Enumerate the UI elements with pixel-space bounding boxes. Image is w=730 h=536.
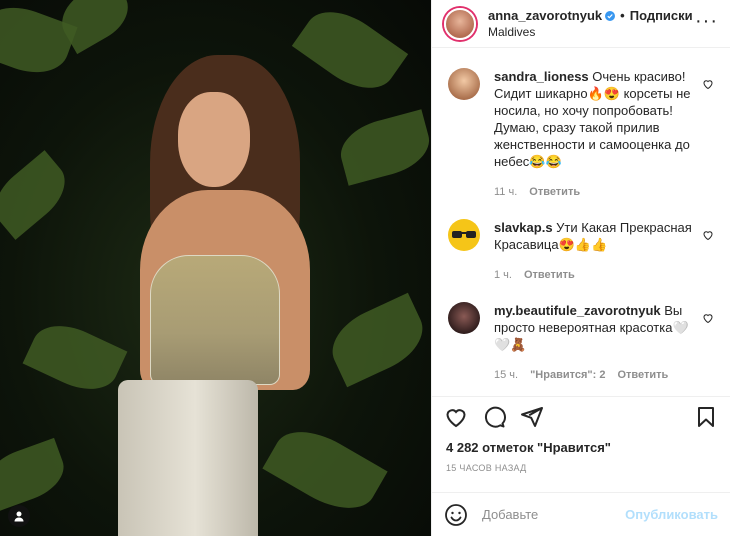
commenter-username[interactable]: sandra_lioness <box>494 69 589 84</box>
reply-button[interactable]: Ответить <box>617 367 668 384</box>
post-header: anna_zavorotnyuk • Подписки Maldives ··· <box>432 0 730 48</box>
comment-time[interactable]: 11 ч. <box>494 184 517 201</box>
leaf-decoration <box>321 292 431 388</box>
leaf-decoration <box>291 0 409 104</box>
publish-button[interactable]: Опубликовать <box>625 507 718 522</box>
emoji-icon[interactable] <box>444 503 468 527</box>
reply-button[interactable]: Ответить <box>524 267 575 284</box>
like-comment-icon[interactable] <box>702 229 714 241</box>
comment-text: Очень красиво! Сидит шикарно🔥😍 корсеты н… <box>494 69 691 169</box>
commenter-avatar[interactable] <box>448 219 480 251</box>
likes-count[interactable]: 4 282 отметок "Нравится" <box>446 440 611 455</box>
heart-icon[interactable] <box>444 405 468 429</box>
leaf-decoration <box>334 109 431 186</box>
person-corset <box>150 255 280 385</box>
person-face <box>178 92 250 187</box>
comment-likes-count[interactable]: "Нравится": 2 <box>530 367 605 384</box>
separator-dot: • <box>620 8 625 23</box>
leaf-decoration <box>22 313 128 402</box>
add-comment-bar: Добавьте Опубликовать <box>432 492 730 536</box>
more-options-icon[interactable]: ··· <box>695 11 718 31</box>
post-location[interactable]: Maldives <box>488 25 693 39</box>
commenter-username[interactable]: slavkap.s <box>494 220 553 235</box>
user-tag-icon[interactable] <box>8 505 30 527</box>
reply-button[interactable]: Ответить <box>529 184 580 201</box>
bookmark-icon[interactable] <box>694 405 718 429</box>
leaf-decoration <box>262 416 388 524</box>
commenter-avatar[interactable] <box>448 68 480 100</box>
author-avatar[interactable] <box>444 7 476 40</box>
person-skirt <box>118 380 258 536</box>
leaf-decoration <box>0 437 72 513</box>
post-photo[interactable] <box>0 0 431 536</box>
verified-icon <box>605 10 616 21</box>
comment-item: sandra_lioness Очень красиво! Сидит шика… <box>448 68 714 201</box>
commenter-username[interactable]: my.beautifule_zavorotnyuk <box>494 303 661 318</box>
post-actions-bar <box>432 396 730 436</box>
comment-input[interactable]: Добавьте <box>482 507 625 522</box>
post-timestamp[interactable]: 15 часов назад <box>446 463 527 473</box>
comment-icon[interactable] <box>482 405 506 429</box>
comment-time[interactable]: 15 ч. <box>494 367 518 384</box>
commenter-avatar[interactable] <box>448 302 480 334</box>
comment-time[interactable]: 1 ч. <box>494 267 512 284</box>
post-side-panel: anna_zavorotnyuk • Подписки Maldives ···… <box>431 0 730 536</box>
comment-item: my.beautifule_zavorotnyuk Вы просто неве… <box>448 302 714 384</box>
comment-item: slavkap.s Ути Какая Прекрасная Красавица… <box>448 219 714 284</box>
like-comment-icon[interactable] <box>702 78 714 90</box>
author-username[interactable]: anna_zavorotnyuk <box>488 8 602 23</box>
comments-list: sandra_lioness Очень красиво! Сидит шика… <box>432 48 730 396</box>
leaf-decoration <box>0 150 77 240</box>
like-comment-icon[interactable] <box>702 312 714 324</box>
following-button[interactable]: Подписки <box>630 8 693 23</box>
share-icon[interactable] <box>520 405 544 429</box>
